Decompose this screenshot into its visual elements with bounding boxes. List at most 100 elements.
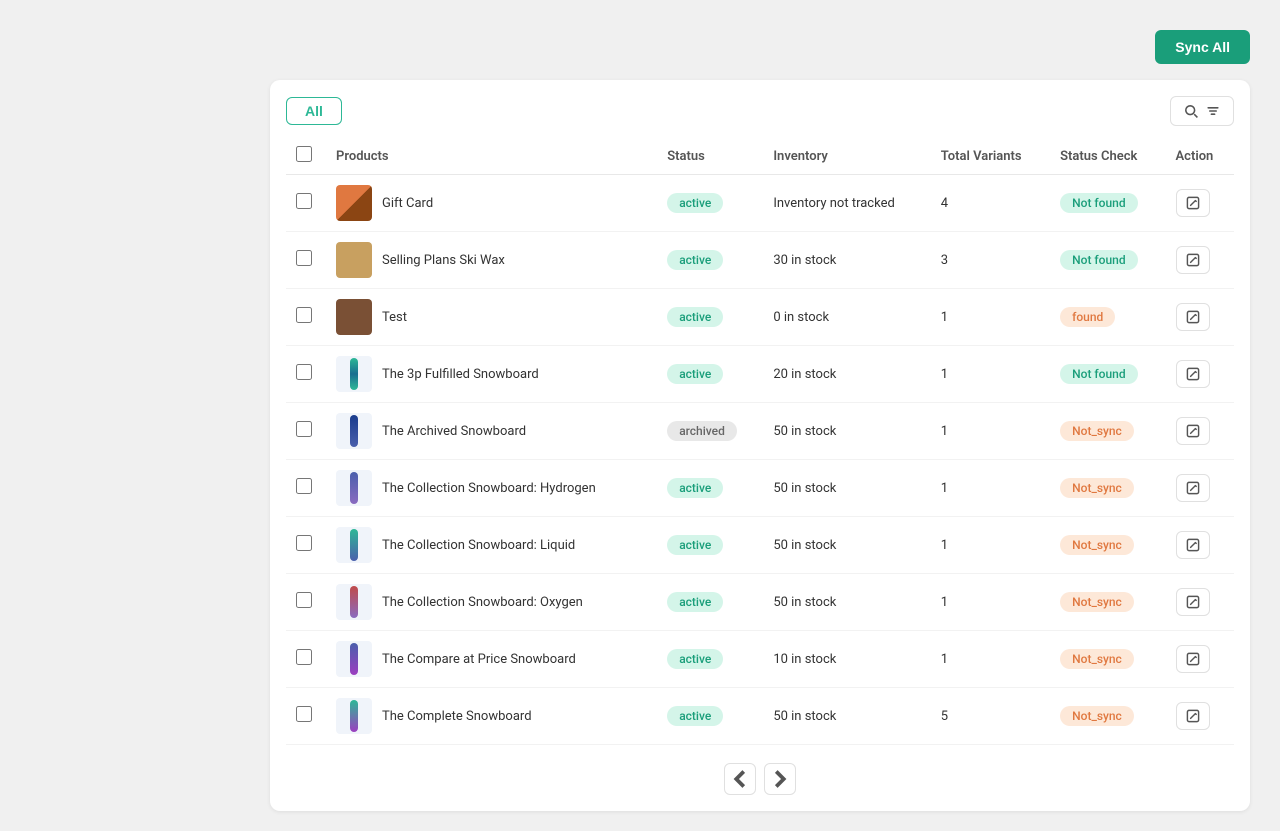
edit-action-button[interactable]: [1176, 645, 1210, 673]
col-products: Products: [326, 138, 657, 175]
edit-action-button[interactable]: [1176, 189, 1210, 217]
row-checkbox-4[interactable]: [296, 364, 312, 380]
status-check-badge: Not_sync: [1060, 535, 1134, 555]
product-name: The Collection Snowboard: Hydrogen: [382, 481, 596, 496]
inventory-cell: Inventory not tracked: [763, 175, 930, 232]
product-image: [336, 641, 372, 677]
product-image: [336, 185, 372, 221]
status-check-badge: Not_sync: [1060, 421, 1134, 441]
product-image: [336, 527, 372, 563]
row-checkbox-cell: [286, 175, 326, 232]
row-checkbox-cell: [286, 403, 326, 460]
main-content: All Products: [270, 80, 1250, 811]
product-cell: The Collection Snowboard: Oxygen: [326, 574, 657, 631]
row-checkbox-cell: [286, 232, 326, 289]
total-variants-cell: 1: [931, 631, 1050, 688]
all-filter-button[interactable]: All: [286, 97, 342, 125]
product-image: [336, 584, 372, 620]
row-checkbox-cell: [286, 574, 326, 631]
status-check-badge: Not_sync: [1060, 649, 1134, 669]
edit-action-button[interactable]: [1176, 246, 1210, 274]
sync-all-button[interactable]: Sync All: [1155, 30, 1250, 64]
status-cell: active: [657, 346, 763, 403]
row-checkbox-8[interactable]: [296, 592, 312, 608]
status-cell: active: [657, 574, 763, 631]
row-checkbox-6[interactable]: [296, 478, 312, 494]
inventory-cell: 30 in stock: [763, 232, 930, 289]
inventory-cell: 10 in stock: [763, 631, 930, 688]
table-header-row: Products Status Inventory Total Variants…: [286, 138, 1234, 175]
col-action: Action: [1166, 138, 1235, 175]
action-cell: [1166, 460, 1235, 517]
row-checkbox-2[interactable]: [296, 250, 312, 266]
status-check-cell: Not found: [1050, 346, 1165, 403]
edit-action-button[interactable]: [1176, 474, 1210, 502]
table-row: Gift Card active Inventory not tracked4 Not…: [286, 175, 1234, 232]
col-status: Status: [657, 138, 763, 175]
status-check-badge: Not found: [1060, 364, 1137, 384]
status-cell: active: [657, 289, 763, 346]
row-checkbox-cell: [286, 631, 326, 688]
col-status-check: Status Check: [1050, 138, 1165, 175]
search-icon: [1183, 103, 1199, 119]
inventory-cell: 50 in stock: [763, 517, 930, 574]
table-row: Testactive0 in stock1found: [286, 289, 1234, 346]
row-checkbox-3[interactable]: [296, 307, 312, 323]
status-check-badge: Not_sync: [1060, 706, 1134, 726]
edit-action-button[interactable]: [1176, 303, 1210, 331]
action-cell: [1166, 688, 1235, 745]
action-cell: [1166, 346, 1235, 403]
next-page-button[interactable]: [764, 763, 796, 795]
status-check-badge: Not_sync: [1060, 478, 1134, 498]
row-checkbox-7[interactable]: [296, 535, 312, 551]
product-cell: The 3p Fulfilled Snowboard: [326, 346, 657, 403]
status-badge: active: [667, 649, 723, 669]
select-all-checkbox[interactable]: [296, 146, 312, 162]
edit-icon: [1185, 366, 1201, 382]
row-checkbox-9[interactable]: [296, 649, 312, 665]
edit-icon: [1185, 708, 1201, 724]
status-check-cell: Not found: [1050, 232, 1165, 289]
inventory-cell: 50 in stock: [763, 403, 930, 460]
edit-icon: [1185, 195, 1201, 211]
edit-action-button[interactable]: [1176, 588, 1210, 616]
total-variants-cell: 1: [931, 460, 1050, 517]
product-name: The Complete Snowboard: [382, 709, 532, 724]
action-cell: [1166, 574, 1235, 631]
inventory-cell: 20 in stock: [763, 346, 930, 403]
status-check-cell: Not_sync: [1050, 517, 1165, 574]
status-check-cell: Not_sync: [1050, 460, 1165, 517]
table-row: The Collection Snowboard: Hydrogen active…: [286, 460, 1234, 517]
product-name: The Collection Snowboard: Oxygen: [382, 595, 583, 610]
status-badge: active: [667, 193, 723, 213]
prev-page-button[interactable]: [724, 763, 756, 795]
row-checkbox-cell: [286, 346, 326, 403]
row-checkbox-5[interactable]: [296, 421, 312, 437]
action-cell: [1166, 175, 1235, 232]
status-cell: active: [657, 517, 763, 574]
action-cell: [1166, 631, 1235, 688]
status-cell: active: [657, 175, 763, 232]
search-filter-button[interactable]: [1170, 96, 1234, 126]
status-check-cell: Not_sync: [1050, 403, 1165, 460]
edit-action-button[interactable]: [1176, 360, 1210, 388]
status-check-badge: Not found: [1060, 193, 1137, 213]
edit-action-button[interactable]: [1176, 702, 1210, 730]
product-name: Gift Card: [382, 196, 433, 211]
edit-action-button[interactable]: [1176, 417, 1210, 445]
total-variants-cell: 1: [931, 403, 1050, 460]
total-variants-cell: 4: [931, 175, 1050, 232]
product-image: [336, 356, 372, 392]
product-cell: The Collection Snowboard: Liquid: [326, 517, 657, 574]
row-checkbox-1[interactable]: [296, 193, 312, 209]
product-name: The 3p Fulfilled Snowboard: [382, 367, 539, 382]
inventory-cell: 50 in stock: [763, 688, 930, 745]
edit-icon: [1185, 594, 1201, 610]
status-badge: active: [667, 478, 723, 498]
row-checkbox-cell: [286, 517, 326, 574]
status-check-cell: Not found: [1050, 175, 1165, 232]
product-image: [336, 698, 372, 734]
products-table: Products Status Inventory Total Variants…: [286, 138, 1234, 745]
table-row: The 3p Fulfilled Snowboard active20 in st…: [286, 346, 1234, 403]
edit-action-button[interactable]: [1176, 531, 1210, 559]
